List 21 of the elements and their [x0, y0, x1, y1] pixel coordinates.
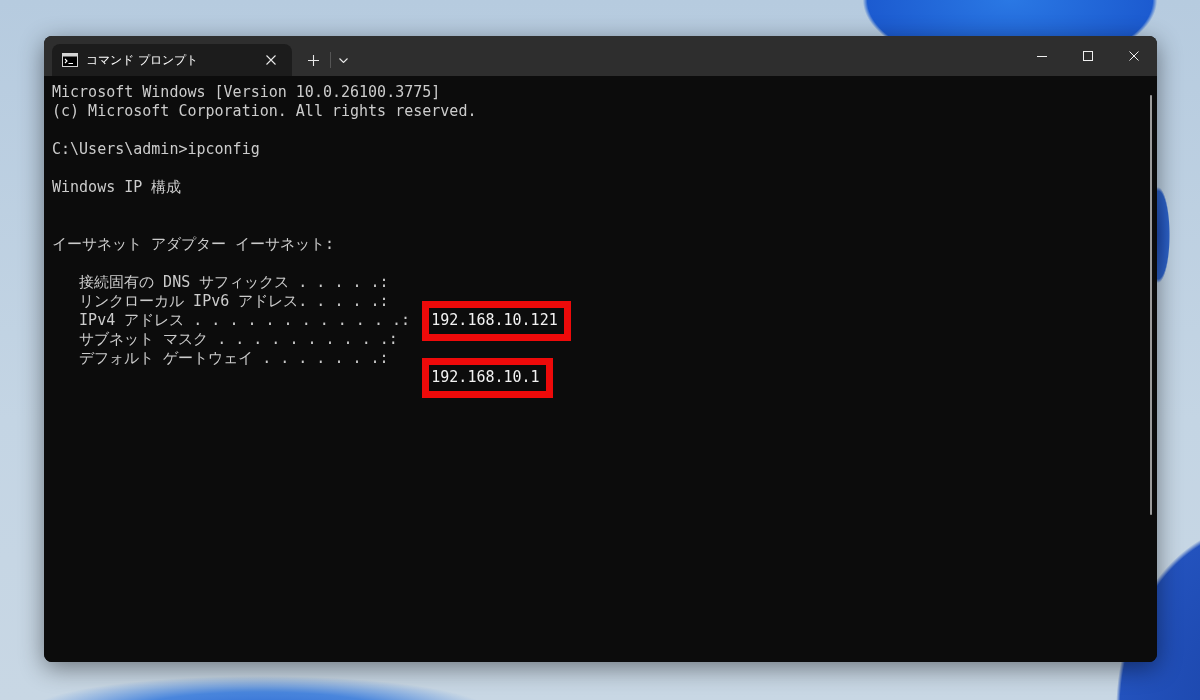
field-label: サブネット マスク . . . . . . . . . .: [79, 330, 398, 348]
close-icon [1129, 51, 1139, 61]
maximize-icon [1083, 51, 1093, 61]
field-label: IPv4 アドレス . . . . . . . . . . . .: [79, 311, 410, 329]
terminal-icon [62, 53, 78, 67]
tab[interactable]: コマンド プロンプト [52, 44, 292, 76]
output-line: C:\Users\admin>ipconfig [52, 140, 260, 159]
output-line: Microsoft Windows [Version 10.0.26100.3775] [52, 83, 441, 102]
field-label: リンクローカル IPv6 アドレス. . . . .: [79, 292, 389, 310]
plus-icon [307, 54, 319, 66]
close-icon [266, 55, 276, 65]
scrollbar-thumb[interactable] [1150, 95, 1152, 515]
output-line: (c) Microsoft Corporation. All rights reserved. [52, 102, 477, 121]
field-label: デフォルト ゲートウェイ . . . . . . .: [79, 349, 389, 367]
ip-address: 192.168.10.121 [431, 311, 558, 329]
field-label: 接続固有の DNS サフィックス . . . . .: [79, 273, 389, 291]
output-line: Windows IP 構成 [52, 178, 182, 197]
minimize-icon [1037, 55, 1047, 57]
chevron-down-icon [338, 57, 348, 63]
output-line: イーサネット アダプター イーサネット: [52, 235, 335, 254]
ip-address: 192.168.10.1 [431, 368, 540, 386]
